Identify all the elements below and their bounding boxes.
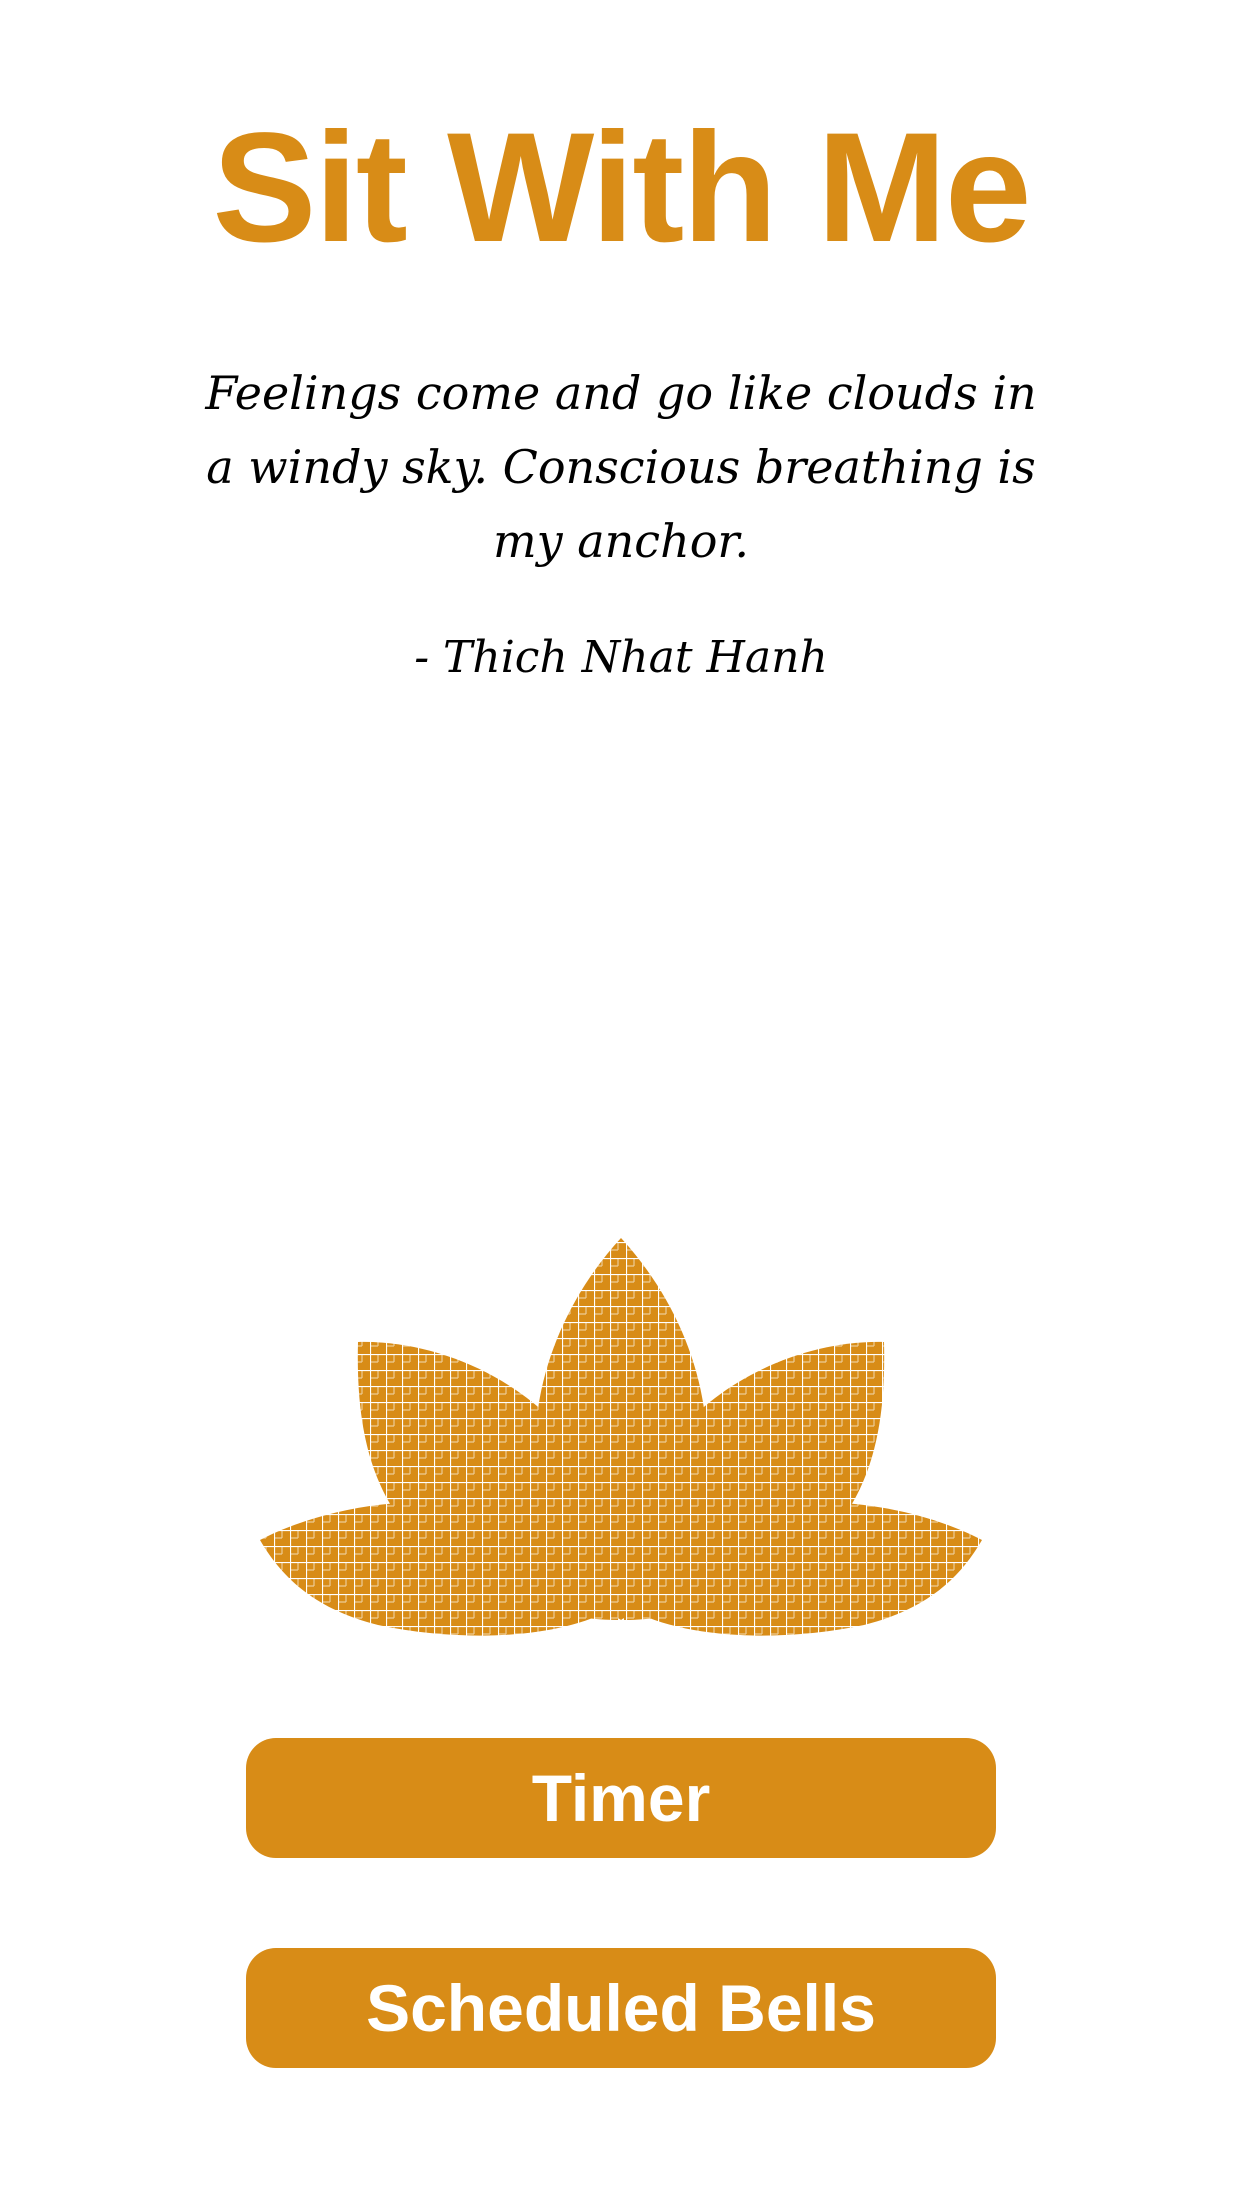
app-title: Sit With Me [212,101,1031,275]
timer-button[interactable]: Timer [246,1738,996,1858]
scheduled-bells-button[interactable]: Scheduled Bells [246,1948,996,2068]
quote-attribution: - Thich Nhat Hanh [414,632,828,683]
lotus-icon [258,1210,984,1640]
quote-text: Feelings come and go like clouds in a wi… [205,366,1037,568]
